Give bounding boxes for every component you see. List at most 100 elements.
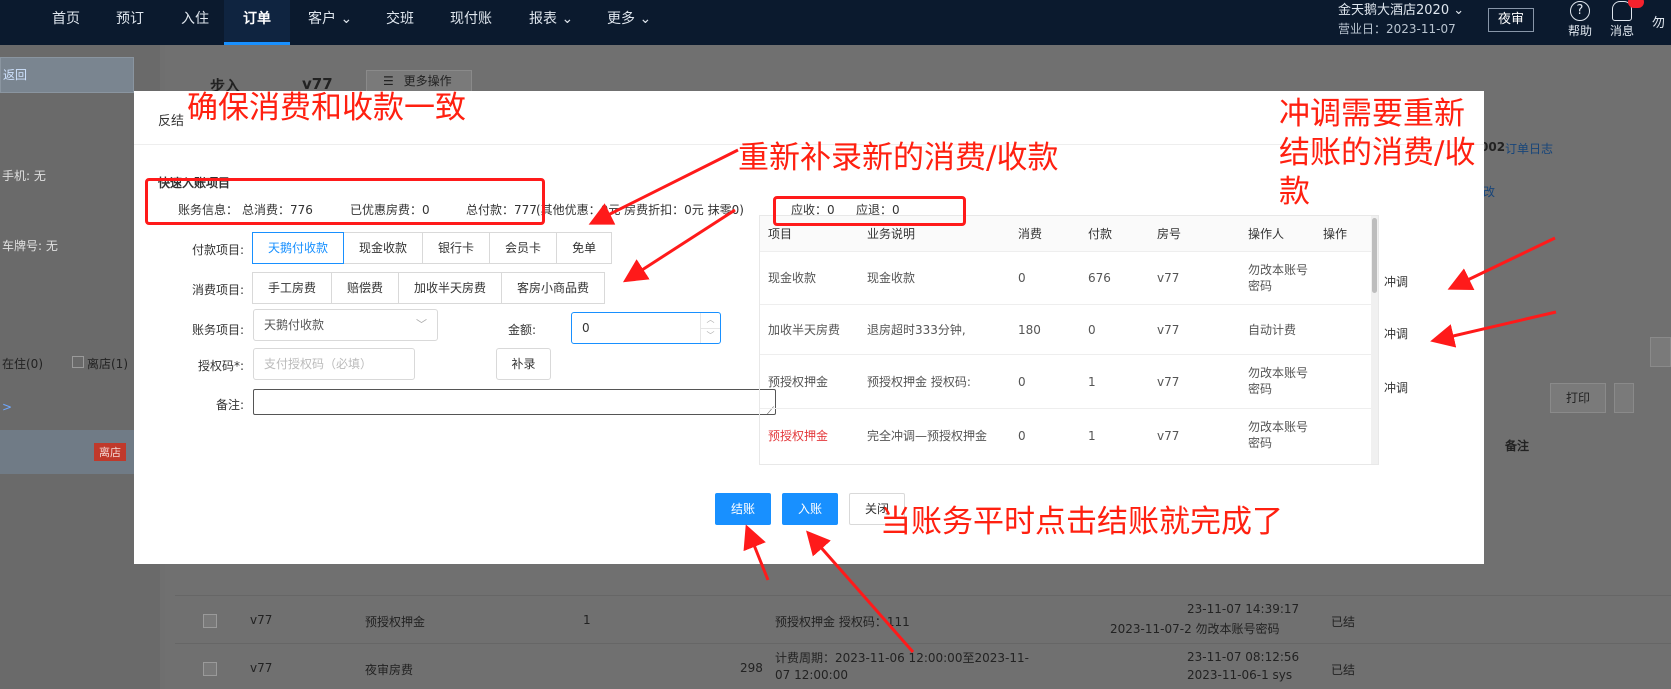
- account-item-label: 账务项目:: [191, 323, 244, 337]
- other-discounts: (其他优惠：0元 房费折扣：0元 抹零0): [536, 203, 744, 217]
- amount-input[interactable]: 0 ︿ ﹀: [571, 312, 721, 344]
- table-row: 加收半天房费 退房超时333分钟, 180 0 v77 自动计费: [760, 305, 1373, 355]
- nav-shift[interactable]: 交班: [386, 0, 414, 45]
- payment-item-label: 付款项目:: [191, 243, 244, 257]
- scrollbar-thumb[interactable]: [1372, 218, 1377, 293]
- nav-checkin[interactable]: 入住: [181, 0, 209, 45]
- nav-home[interactable]: 首页: [52, 0, 80, 45]
- help-icon: ?: [1570, 1, 1590, 21]
- cell-operator: 自动计费: [1248, 323, 1297, 337]
- cell-consume: 0: [1018, 375, 1026, 389]
- reverse-button[interactable]: 冲调: [1384, 379, 1440, 396]
- cell-room: v77: [1157, 375, 1180, 389]
- message-button[interactable]: 消息: [1602, 0, 1644, 45]
- reverse-button[interactable]: 冲调: [1384, 273, 1440, 290]
- cell-operator: 勿改本账号密码: [1248, 366, 1309, 396]
- cell-consume: 0: [1018, 429, 1026, 443]
- cell-pay: 1: [1088, 429, 1096, 443]
- night-audit-button[interactable]: 夜审: [1488, 8, 1534, 32]
- consume-options: 手工房费 赔偿费 加收半天房费 客房小商品费: [252, 272, 606, 304]
- row-status: 已结: [1331, 663, 1356, 677]
- nav-reservation[interactable]: 预订: [116, 0, 144, 45]
- row-checkbox[interactable]: [203, 614, 217, 628]
- cell-item: 预授权押金: [768, 375, 829, 389]
- nav-customers[interactable]: 客户 ⌄: [308, 0, 352, 45]
- row-shift: 2023-11-07-2 勿改本账号密码: [1110, 622, 1280, 636]
- stepper-down-icon[interactable]: ﹀: [701, 328, 720, 343]
- tab-in-house[interactable]: 在住(0): [2, 355, 43, 372]
- consume-option-compensation[interactable]: 赔偿费: [331, 272, 400, 304]
- checkout-button[interactable]: 结账: [715, 493, 771, 525]
- message-badge: [1628, 0, 1644, 8]
- auth-code-input[interactable]: 支付授权码（必填）: [253, 348, 415, 380]
- row-desc: 预授权押金 授权码：111: [775, 615, 910, 629]
- help-label: 帮助: [1567, 24, 1592, 38]
- reverse-button[interactable]: 冲调: [1384, 325, 1440, 342]
- plate-label: 车牌号: 无: [2, 239, 58, 253]
- cell-consume: 0: [1018, 271, 1026, 285]
- row-room: v77: [250, 661, 273, 675]
- print-button[interactable]: 打印: [1550, 383, 1606, 413]
- row-item: 夜审房费: [365, 663, 414, 677]
- account-item-value: 天鹅付收款: [264, 318, 325, 332]
- help-button[interactable]: ? 帮助: [1560, 0, 1600, 45]
- annotation-re-record: 重新补录新的消费/收款: [738, 140, 1059, 176]
- col-room: 房号: [1157, 227, 1182, 241]
- col-consume: 消费: [1018, 227, 1043, 241]
- table-row: v77 预授权押金 1 预授权押金 授权码：111 23-11-07 14:39…: [175, 595, 1671, 643]
- more-link[interactable]: >: [2, 400, 12, 414]
- payment-option-cash[interactable]: 现金收款: [343, 232, 424, 264]
- more-ops-label: 更多操作: [403, 74, 452, 88]
- cell-desc: 退房超时333分钟,: [867, 323, 966, 337]
- row-item: 预授权押金: [365, 615, 426, 629]
- payment-option-bankcard[interactable]: 银行卡: [422, 232, 491, 264]
- remark-label: 备注:: [215, 398, 244, 412]
- row-time: 23-11-07 14:39:17: [1187, 602, 1300, 616]
- annotation-reverse-2: 结账的消费/收: [1279, 135, 1476, 171]
- cell-consume: 180: [1018, 323, 1041, 337]
- consume-option-manual-room[interactable]: 手工房费: [252, 272, 333, 304]
- table-row: 预授权押金 完全冲调—预授权押金 0 1 v77 勿改本账号密码: [760, 409, 1373, 464]
- cell-pay: 1: [1088, 375, 1096, 389]
- edit-link[interactable]: 改: [1483, 183, 1495, 200]
- nav-orders[interactable]: 订单: [224, 0, 290, 45]
- user-name-truncated[interactable]: 勿: [1652, 12, 1665, 31]
- order-log-link[interactable]: 订单日志: [1505, 140, 1553, 157]
- payment-option-free[interactable]: 免单: [556, 232, 613, 264]
- cell-room: v77: [1157, 271, 1180, 285]
- amount-value: 0: [582, 321, 590, 335]
- col-action: 操作: [1323, 227, 1348, 241]
- back-button[interactable]: 返回: [0, 57, 134, 93]
- col-pay: 付款: [1088, 227, 1113, 241]
- amount-stepper[interactable]: ︿ ﹀: [700, 313, 720, 343]
- payment-option-member[interactable]: 会员卡: [489, 232, 558, 264]
- nav-cash-account[interactable]: 现付账: [450, 0, 492, 45]
- post-button[interactable]: 入账: [782, 493, 838, 525]
- extra-button-2[interactable]: [1650, 337, 1671, 367]
- row-checkbox[interactable]: [203, 662, 217, 676]
- supplement-button[interactable]: 补录: [496, 348, 551, 380]
- nav-more[interactable]: 更多 ⌄: [607, 0, 651, 45]
- consume-option-minibar[interactable]: 客房小商品费: [501, 272, 606, 304]
- extra-button[interactable]: [1614, 383, 1634, 413]
- annotation-reverse-1: 冲调需要重新: [1279, 96, 1465, 132]
- stepper-up-icon[interactable]: ︿: [701, 313, 720, 328]
- remark-textarea[interactable]: [253, 389, 776, 417]
- message-label: 消息: [1609, 24, 1634, 38]
- cell-desc: 现金收款: [867, 271, 916, 285]
- col-operator: 操作人: [1248, 227, 1285, 241]
- consume-option-half-day[interactable]: 加收半天房费: [398, 272, 503, 304]
- table-row: v77 夜审房费 298 计费周期：2023-11-06 12:00:00至20…: [175, 643, 1671, 689]
- hotel-selector[interactable]: 金天鹅大酒店2020 ⌄: [1338, 2, 1464, 20]
- table-scrollbar[interactable]: [1371, 216, 1378, 464]
- account-item-select[interactable]: 天鹅付收款 ﹀: [253, 309, 438, 341]
- row-time: 23-11-07 08:12:56: [1187, 650, 1300, 664]
- cell-item: 预授权押金: [768, 429, 829, 443]
- tab-departed[interactable]: 离店(1): [87, 355, 128, 372]
- row-amount-2: 298: [740, 661, 763, 675]
- row-shift: 2023-11-06-1 sys: [1187, 668, 1293, 682]
- phone-label: 手机: 无: [2, 169, 46, 183]
- nav-reports[interactable]: 报表 ⌄: [529, 0, 573, 45]
- leave-checkbox[interactable]: [72, 356, 84, 368]
- payment-option-tiane[interactable]: 天鹅付收款: [252, 232, 345, 264]
